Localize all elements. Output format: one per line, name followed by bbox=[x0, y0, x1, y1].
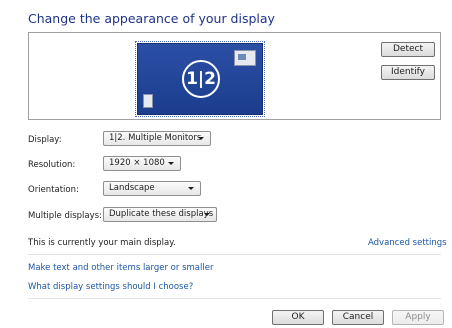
advanced-settings-link[interactable]: Advanced settings bbox=[368, 238, 447, 248]
chevron-down-icon bbox=[188, 187, 194, 190]
chevron-down-icon bbox=[168, 162, 174, 165]
multiple-displays-select[interactable]: Duplicate these displays bbox=[103, 207, 217, 222]
multiple-displays-label: Multiple displays: bbox=[28, 211, 102, 221]
computer-tower-icon bbox=[143, 94, 153, 108]
display-select[interactable]: 1|2. Multiple Monitors bbox=[103, 131, 211, 146]
chevron-down-icon bbox=[204, 213, 210, 216]
resolution-label: Resolution: bbox=[28, 160, 76, 170]
cancel-button[interactable]: Cancel bbox=[332, 310, 384, 325]
display-select-value: 1|2. Multiple Monitors bbox=[109, 133, 202, 143]
resolution-select-value: 1920 × 1080 bbox=[109, 158, 165, 168]
identify-button[interactable]: Identify bbox=[381, 65, 435, 80]
resolution-select[interactable]: 1920 × 1080 bbox=[103, 156, 181, 171]
chevron-down-icon bbox=[198, 137, 204, 140]
display-help-link[interactable]: What display settings should I choose? bbox=[28, 282, 193, 292]
main-display-status: This is currently your main display. bbox=[28, 238, 176, 248]
footer-divider bbox=[28, 298, 441, 299]
ok-button[interactable]: OK bbox=[272, 310, 324, 325]
text-size-link[interactable]: Make text and other items larger or smal… bbox=[28, 263, 213, 273]
monitor-1-2-tile[interactable]: 1|2 bbox=[137, 43, 263, 115]
monitor-number-badge: 1|2 bbox=[182, 60, 220, 98]
orientation-label: Orientation: bbox=[28, 185, 79, 195]
monitor-screen-icon bbox=[234, 50, 256, 66]
multiple-displays-select-value: Duplicate these displays bbox=[109, 209, 214, 219]
orientation-select-value: Landscape bbox=[109, 183, 155, 193]
apply-button[interactable]: Apply bbox=[392, 310, 444, 325]
section-divider bbox=[28, 254, 441, 255]
monitor-arrangement-panel: 1|2 Detect Identify bbox=[28, 32, 441, 120]
detect-button[interactable]: Detect bbox=[381, 42, 435, 57]
page-title: Change the appearance of your display bbox=[28, 11, 275, 26]
orientation-select[interactable]: Landscape bbox=[103, 181, 201, 196]
display-label: Display: bbox=[28, 135, 62, 145]
